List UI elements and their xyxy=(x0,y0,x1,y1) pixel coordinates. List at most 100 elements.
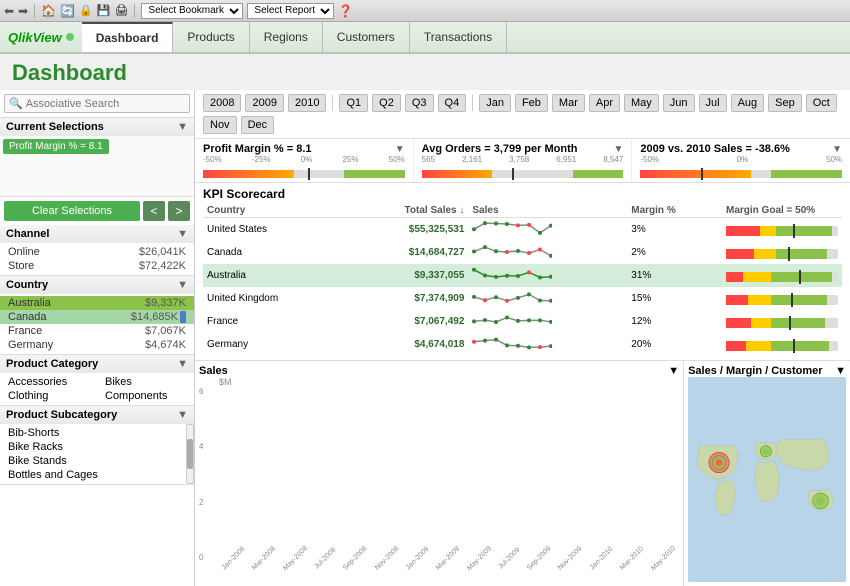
channel-online-label: Online xyxy=(8,246,40,258)
tab-products[interactable]: Products xyxy=(173,22,249,52)
sparkline-svg xyxy=(472,334,552,352)
table-row[interactable]: France$7,067,49212% xyxy=(203,310,842,333)
list-item[interactable]: France $7,067K xyxy=(0,324,194,338)
kpi-orders-arrow[interactable]: ▼ xyxy=(613,144,623,155)
current-selections-body: Profit Margin % = 8.1 xyxy=(0,136,194,196)
kpi-sales-green-zone xyxy=(771,170,842,178)
jan-btn[interactable]: Jan xyxy=(479,94,511,112)
scorecard-sparkline-cell xyxy=(468,218,627,242)
bar[interactable]: Mar-2008 xyxy=(249,553,279,562)
margin-bar-green xyxy=(771,295,827,305)
scorecard-margin-cell: 12% xyxy=(627,310,722,333)
list-item[interactable]: Bikes xyxy=(97,375,194,389)
bookmark-select[interactable]: Select Bookmark xyxy=(141,3,243,19)
margin-bar-yellow xyxy=(748,295,770,305)
report-select[interactable]: Select Report xyxy=(247,3,334,19)
list-item[interactable]: Bib-Shorts xyxy=(0,426,194,440)
year-2008-btn[interactable]: 2008 xyxy=(203,94,241,112)
tab-regions[interactable]: Regions xyxy=(250,22,323,52)
product-subcategory-header[interactable]: Product Subcategory ▼ xyxy=(0,406,194,424)
year-2009-btn[interactable]: 2009 xyxy=(245,94,283,112)
bar[interactable]: Sep-2008 xyxy=(340,553,370,562)
margin-bar-red xyxy=(726,318,751,328)
kpi-profit-label: Profit Margin % = 8.1 xyxy=(203,143,312,155)
bar[interactable]: May-2009 xyxy=(464,553,495,562)
current-selections-header[interactable]: Current Selections ▼ xyxy=(0,118,194,136)
year-2010-btn[interactable]: 2010 xyxy=(288,94,326,112)
list-item[interactable]: Canada $14,685K xyxy=(0,310,194,324)
scorecard-margin-bar-cell xyxy=(722,218,842,242)
aug-btn[interactable]: Aug xyxy=(731,94,765,112)
bar[interactable]: Nov-2009 xyxy=(555,553,585,562)
margin-bar-track xyxy=(726,341,838,351)
bar[interactable]: Nov-2008 xyxy=(372,553,402,562)
may-btn[interactable]: May xyxy=(624,94,659,112)
table-row[interactable]: United States$55,325,5313% xyxy=(203,218,842,242)
q2-btn[interactable]: Q2 xyxy=(372,94,401,112)
bar[interactable]: Jul-2009 xyxy=(496,553,523,562)
filter-bar: 2008 2009 2010 Q1 Q2 Q3 Q4 Jan Feb Mar A… xyxy=(195,90,850,139)
jul-btn[interactable]: Jul xyxy=(699,94,727,112)
bar[interactable]: Mar-2010 xyxy=(617,553,647,562)
current-selections-label: Current Selections xyxy=(6,121,104,133)
country-header[interactable]: Country ▼ xyxy=(0,276,194,294)
q1-btn[interactable]: Q1 xyxy=(339,94,368,112)
main-layout: 🔍 Current Selections ▼ Profit Margin % =… xyxy=(0,90,850,586)
q4-btn[interactable]: Q4 xyxy=(438,94,467,112)
bar[interactable]: Sep-2009 xyxy=(524,553,554,562)
bar[interactable]: Jul-2008 xyxy=(312,553,339,562)
list-item[interactable]: Store $72,422K xyxy=(0,259,194,273)
clear-selections-button[interactable]: Clear Selections xyxy=(4,201,140,221)
feb-btn[interactable]: Feb xyxy=(515,94,548,112)
kpi-sales-arrow[interactable]: ▼ xyxy=(832,144,842,155)
chart-dropdown-icon[interactable]: ▼ xyxy=(668,365,679,377)
bar[interactable]: Mar-2009 xyxy=(433,553,463,562)
list-item[interactable]: Germany $4,674K xyxy=(0,338,194,352)
bar[interactable]: Jan-2009 xyxy=(403,553,432,562)
margin-bar-track xyxy=(726,226,838,236)
search-input-wrap[interactable]: 🔍 xyxy=(4,94,190,113)
sales-chart-area: Sales ▼ $M 6 4 2 0 Jan-2008 Mar-2008 May… xyxy=(195,361,684,586)
nav-back-button[interactable]: < xyxy=(143,201,165,221)
q3-btn[interactable]: Q3 xyxy=(405,94,434,112)
list-item[interactable]: Components xyxy=(97,389,194,403)
bar[interactable]: Jan-2008 xyxy=(219,553,248,562)
list-item[interactable]: Bottles and Cages xyxy=(0,468,194,482)
bar-label: Mar-2008 xyxy=(251,545,277,571)
list-item[interactable]: Clothing xyxy=(0,389,97,403)
margin-bar-green xyxy=(776,249,826,259)
tab-transactions[interactable]: Transactions xyxy=(410,22,507,52)
map-dropdown-icon[interactable]: ▼ xyxy=(835,365,846,377)
nav-forward-button[interactable]: > xyxy=(168,201,190,221)
scorecard-sparkline-cell xyxy=(468,241,627,264)
table-row[interactable]: Germany$4,674,01820% xyxy=(203,333,842,356)
list-item[interactable]: Australia $9,337K xyxy=(0,296,194,310)
nov-btn[interactable]: Nov xyxy=(203,116,237,134)
kpi-profit-arrow[interactable]: ▼ xyxy=(395,144,405,155)
bar[interactable]: May-2008 xyxy=(280,553,311,562)
bar[interactable]: May-2010 xyxy=(648,553,679,562)
kpi-profit-track xyxy=(203,170,405,178)
table-row[interactable]: Canada$14,684,7272% xyxy=(203,241,842,264)
list-item[interactable]: Bike Racks xyxy=(0,440,194,454)
list-item[interactable]: Accessories xyxy=(0,375,97,389)
sep-btn[interactable]: Sep xyxy=(768,94,802,112)
oct-btn[interactable]: Oct xyxy=(806,94,837,112)
apr-btn[interactable]: Apr xyxy=(589,94,620,112)
list-item[interactable]: Online $26,041K xyxy=(0,245,194,259)
channel-header[interactable]: Channel ▼ xyxy=(0,225,194,243)
tab-customers[interactable]: Customers xyxy=(323,22,410,52)
search-input[interactable] xyxy=(26,98,185,110)
table-row[interactable]: United Kingdom$7,374,90915% xyxy=(203,287,842,310)
product-category-header[interactable]: Product Category ▼ xyxy=(0,355,194,373)
table-row[interactable]: Australia$9,337,05531% xyxy=(203,264,842,287)
dec-btn[interactable]: Dec xyxy=(241,116,275,134)
tab-dashboard[interactable]: Dashboard xyxy=(82,22,174,52)
jun-btn[interactable]: Jun xyxy=(663,94,695,112)
mar-btn[interactable]: Mar xyxy=(552,94,585,112)
scorecard-sales-cell: $7,067,492 xyxy=(346,310,468,333)
scorecard-sparkline-cell xyxy=(468,310,627,333)
bar[interactable]: Jan-2010 xyxy=(587,553,616,562)
toolbar-icon-refresh: 🔄 xyxy=(60,4,75,18)
list-item[interactable]: Bike Stands xyxy=(0,454,194,468)
